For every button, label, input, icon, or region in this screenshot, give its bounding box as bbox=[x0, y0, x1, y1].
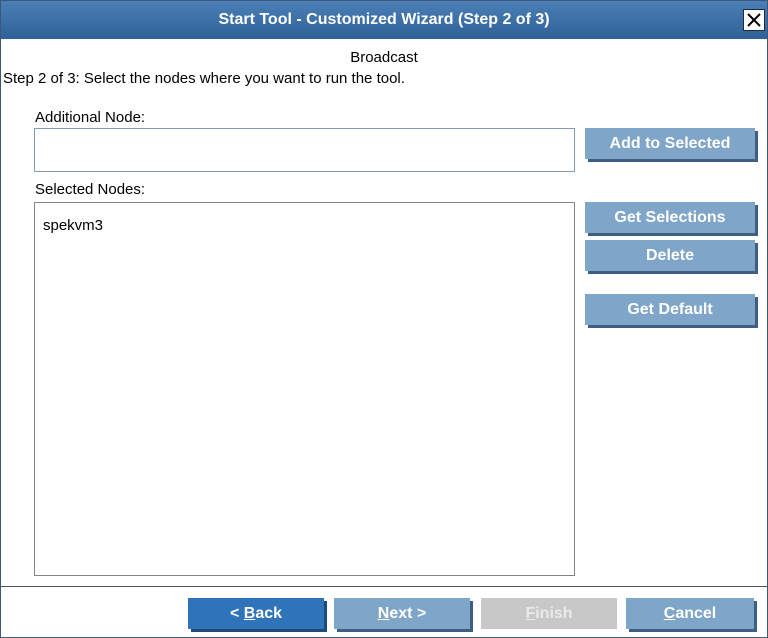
additional-node-input[interactable] bbox=[34, 128, 575, 172]
additional-node-label: Additional Node: bbox=[35, 109, 146, 126]
close-button[interactable] bbox=[743, 9, 765, 31]
cancel-mnemonic: C bbox=[663, 604, 676, 622]
get-default-button[interactable]: Get Default bbox=[585, 294, 755, 325]
delete-button[interactable]: Delete bbox=[585, 240, 755, 271]
back-mnemonic: B bbox=[243, 604, 256, 622]
finish-mnemonic: F bbox=[525, 604, 536, 622]
finish-button[interactable]: Finish bbox=[481, 598, 617, 629]
close-icon bbox=[747, 13, 761, 27]
window-title: Start Tool - Customized Wizard (Step 2 o… bbox=[218, 11, 550, 28]
back-rest: ack bbox=[255, 604, 283, 622]
selected-nodes-list[interactable]: spekvm3 bbox=[34, 202, 575, 576]
cancel-rest: ancel bbox=[675, 604, 717, 622]
next-rest: ext > bbox=[389, 604, 427, 622]
wizard-dialog: Start Tool - Customized Wizard (Step 2 o… bbox=[0, 0, 768, 638]
wizard-subtitle: Broadcast bbox=[350, 49, 418, 66]
list-item[interactable]: spekvm3 bbox=[43, 217, 103, 234]
add-to-selected-button[interactable]: Add to Selected bbox=[585, 128, 755, 159]
next-button[interactable]: Next > bbox=[334, 598, 470, 629]
footer-divider bbox=[1, 586, 767, 587]
step-instructions: Step 2 of 3: Select the nodes where you … bbox=[3, 70, 405, 87]
get-selections-button[interactable]: Get Selections bbox=[585, 202, 755, 233]
back-button[interactable]: < Back bbox=[188, 598, 324, 629]
next-mnemonic: N bbox=[377, 604, 390, 622]
selected-nodes-label: Selected Nodes: bbox=[35, 181, 146, 198]
finish-rest: inish bbox=[535, 604, 573, 622]
back-prefix: < bbox=[229, 604, 244, 622]
cancel-button[interactable]: Cancel bbox=[626, 598, 754, 629]
title-bar: Start Tool - Customized Wizard (Step 2 o… bbox=[1, 1, 767, 39]
